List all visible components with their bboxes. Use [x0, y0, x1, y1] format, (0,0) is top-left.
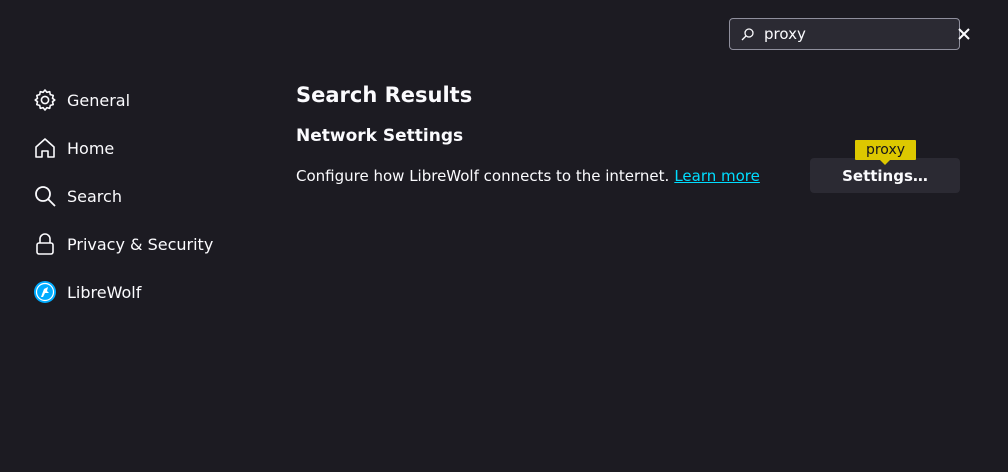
search-highlight-tooltip: proxy — [855, 140, 916, 165]
sidebar-item-home[interactable]: Home — [32, 124, 272, 172]
sidebar-item-label: Home — [67, 138, 115, 158]
gear-icon — [32, 87, 58, 113]
home-icon — [32, 135, 58, 161]
sidebar-item-label: Privacy & Security — [67, 234, 214, 254]
sidebar-item-label: Search — [67, 186, 122, 206]
sidebar-item-general[interactable]: General — [32, 76, 272, 124]
sidebar-item-librewolf[interactable]: LibreWolf — [32, 268, 272, 316]
learn-more-link[interactable]: Learn more — [674, 167, 760, 185]
lock-icon — [32, 231, 58, 257]
sidebar-item-label: LibreWolf — [67, 282, 142, 302]
sidebar-item-label: General — [67, 90, 131, 110]
search-icon — [741, 27, 754, 41]
sidebar-item-privacy[interactable]: Privacy & Security — [32, 220, 272, 268]
preferences-page: General Home Search — [0, 0, 1008, 472]
close-icon[interactable] — [958, 23, 970, 45]
search-results-panel: Search Results Network Settings Configur… — [296, 80, 960, 193]
network-description: Configure how LibreWolf connects to the … — [296, 166, 670, 185]
librewolf-logo-icon — [32, 279, 58, 305]
sidebar-item-search[interactable]: Search — [32, 172, 272, 220]
search-input[interactable] — [764, 20, 958, 48]
search-icon — [32, 183, 58, 209]
sidebar: General Home Search Privacy & Security L… — [32, 76, 272, 316]
network-settings-row: Configure how LibreWolf connects to the … — [296, 140, 960, 193]
preferences-search-box[interactable] — [729, 18, 970, 50]
page-title: Search Results — [296, 83, 473, 107]
